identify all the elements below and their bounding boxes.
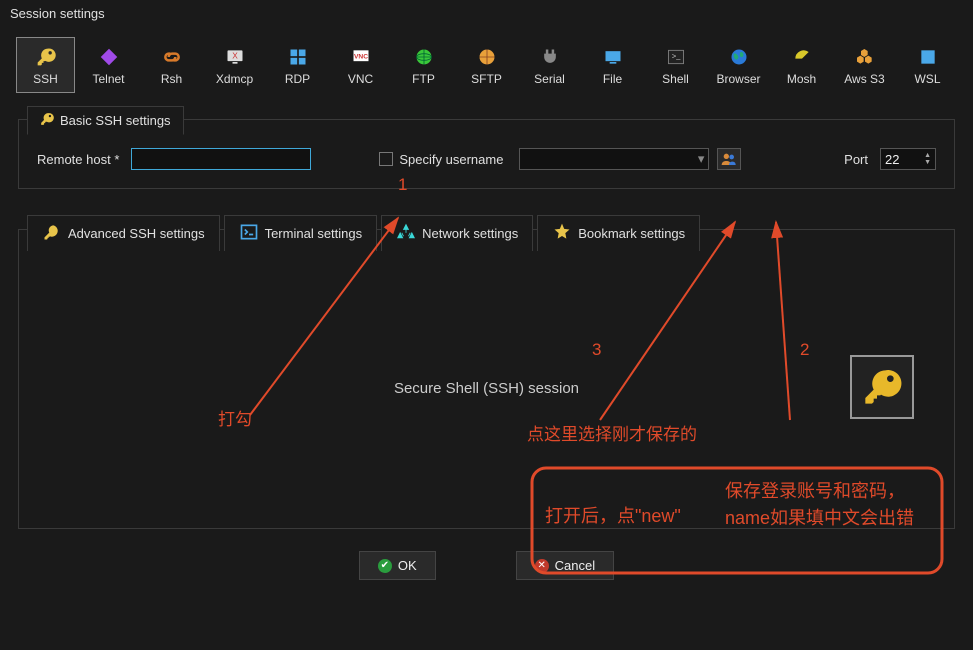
session-type-ssh[interactable]: SSH [16, 37, 75, 93]
prompt-icon: >_ [665, 46, 687, 68]
vnc-icon: VNC [350, 46, 372, 68]
session-type-serial[interactable]: Serial [520, 37, 579, 93]
earth-icon [728, 46, 750, 68]
port-value: 22 [885, 152, 899, 167]
session-type-vnc[interactable]: VNC VNC [331, 37, 390, 93]
monitor-x-icon: X [224, 46, 246, 68]
user-manage-button[interactable] [717, 148, 741, 170]
cancel-button[interactable]: ✕ Cancel [516, 551, 614, 580]
dish-icon [791, 46, 813, 68]
session-type-label: File [603, 72, 622, 86]
remote-host-input[interactable] [131, 148, 311, 170]
basic-ssh-tab[interactable]: Basic SSH settings [27, 106, 184, 135]
key-icon [862, 367, 902, 407]
session-type-mosh[interactable]: Mosh [772, 37, 831, 93]
session-type-label: RDP [285, 72, 310, 86]
basic-ssh-panel: Basic SSH settings Remote host * Specify… [18, 119, 955, 189]
session-type-browser[interactable]: Browser [709, 37, 768, 93]
file-mon-icon [602, 46, 624, 68]
remote-host-label: Remote host * [37, 152, 119, 167]
session-type-label: Telnet [92, 72, 124, 86]
session-type-label: Aws S3 [844, 72, 884, 86]
session-type-bar: SSH Telnet Rsh X Xdmcp RDP VNC VNC FTP SFT… [0, 27, 973, 101]
session-type-xdmcp[interactable]: X Xdmcp [205, 37, 264, 93]
link-icon [161, 46, 183, 68]
username-select[interactable]: ▾ [519, 148, 709, 170]
close-icon: ✕ [535, 559, 549, 573]
session-type-wsl[interactable]: WSL [898, 37, 957, 93]
lower-panel: Advanced SSH settings Terminal settings … [18, 229, 955, 529]
session-heading: Secure Shell (SSH) session [19, 380, 954, 397]
svg-text:>_: >_ [671, 52, 680, 61]
port-label: Port [844, 152, 868, 167]
session-type-label: WSL [914, 72, 940, 86]
users-icon [721, 152, 737, 166]
windows-icon [287, 46, 309, 68]
session-type-label: SSH [33, 72, 58, 86]
window-title: Session settings [0, 0, 973, 27]
port-input[interactable]: 22 ▲▼ [880, 148, 936, 170]
session-type-label: FTP [412, 72, 435, 86]
diamond-icon [98, 46, 120, 68]
win-square-icon [917, 46, 939, 68]
session-type-label: Rsh [161, 72, 182, 86]
session-type-label: Browser [716, 72, 760, 86]
session-type-label: Xdmcp [216, 72, 253, 86]
session-type-shell[interactable]: >_ Shell [646, 37, 705, 93]
chevron-down-icon: ▾ [698, 151, 705, 167]
session-type-ftp[interactable]: FTP [394, 37, 453, 93]
cancel-label: Cancel [555, 558, 595, 573]
specify-username-checkbox[interactable] [379, 152, 393, 166]
session-type-file[interactable]: File [583, 37, 642, 93]
session-type-rdp[interactable]: RDP [268, 37, 327, 93]
key-icon [40, 112, 54, 129]
session-type-label: Mosh [787, 72, 816, 86]
specify-username-label: Specify username [399, 152, 503, 167]
check-icon: ✔ [378, 559, 392, 573]
port-spinner[interactable]: ▲▼ [924, 152, 931, 166]
globe-lock-icon [476, 46, 498, 68]
session-type-telnet[interactable]: Telnet [79, 37, 138, 93]
session-type-rsh[interactable]: Rsh [142, 37, 201, 93]
ok-button[interactable]: ✔ OK [359, 551, 436, 580]
session-type-label: Shell [662, 72, 689, 86]
session-type-label: SFTP [471, 72, 502, 86]
basic-ssh-tab-label: Basic SSH settings [60, 113, 171, 128]
session-type-sftp[interactable]: SFTP [457, 37, 516, 93]
globe-icon [413, 46, 435, 68]
svg-text:X: X [232, 51, 238, 61]
session-type-label: Serial [534, 72, 565, 86]
ok-label: OK [398, 558, 417, 573]
svg-text:VNC: VNC [353, 54, 367, 61]
key-icon [35, 46, 57, 68]
credentials-button[interactable] [850, 355, 914, 419]
plug-icon [539, 46, 561, 68]
session-type-aws-s3[interactable]: Aws S3 [835, 37, 894, 93]
session-type-label: VNC [348, 72, 373, 86]
cubes-icon [854, 46, 876, 68]
